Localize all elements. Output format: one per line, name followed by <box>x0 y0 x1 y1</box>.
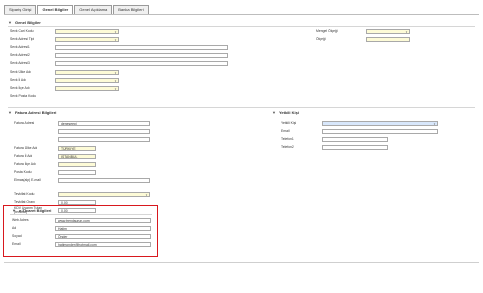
label-sevk-cari-kodu: Sevk Cari Kodu <box>10 29 34 33</box>
label-sevk-adresi-tipi: Sevk Adresi Tipi <box>10 37 35 41</box>
fatura-il-adi-field[interactable]: İSTANBUL <box>58 154 96 159</box>
elmas-email-field[interactable] <box>58 178 150 183</box>
sevk-ilce-adi-field[interactable]: ▾ <box>55 86 119 91</box>
sevk-adresi-tipi-field[interactable]: ▾ <box>55 37 119 42</box>
label-olcegi: Ölçeği <box>316 37 326 41</box>
label-mengel-olcegi: Mengel Ölçeği <box>316 29 338 33</box>
label-sevk-ilce-adi: Sevk İlçe Adı <box>10 86 30 90</box>
fatura-adresi2-field[interactable] <box>58 129 150 134</box>
label-sevk-adresi2: Sevk Adresi2 <box>10 53 30 57</box>
sevk-adresi1-field[interactable] <box>55 45 228 50</box>
label-ecommerce-email: Email <box>12 242 21 246</box>
lookup-icon[interactable]: ▾ <box>114 30 117 33</box>
section-divider <box>8 107 475 108</box>
label-email: Email <box>281 129 290 133</box>
label-fatura-il-adi: Fatura İl Adı <box>14 154 33 158</box>
label-posta-kodu: Posta Kodu <box>14 170 32 174</box>
label-tevkifat-kodu: Tevkifat Kodu <box>14 192 35 196</box>
label-yetkili-kisi: Yetkili Kişi <box>281 121 297 125</box>
section-divider <box>8 26 475 27</box>
telefon1-field[interactable] <box>322 137 388 142</box>
label-fatura-adresi: Fatura Adresi <box>14 121 35 125</box>
section-divider <box>10 214 152 215</box>
label-ad: Ad <box>12 226 17 230</box>
tab-bar: Sipariş Girişi Genel Bilgiler Genel Açık… <box>4 5 149 14</box>
label-sevk-posta-kodu: Sevk Posta Kodu <box>10 94 37 98</box>
posta-kodu-field[interactable] <box>58 170 96 175</box>
chevron-down-icon[interactable]: ▾ <box>114 38 117 41</box>
tab-siparis-girisi[interactable]: Sipariş Girişi <box>4 5 37 14</box>
mengel-olcegi-field[interactable]: ▾ <box>366 29 410 34</box>
sevk-adresi2-field[interactable] <box>55 53 228 58</box>
label-web-adres: Web Adres <box>12 218 29 222</box>
sevk-cari-kodu-field[interactable]: ▾ <box>55 29 119 34</box>
collapse-arrow-icon[interactable]: ▼ <box>8 110 12 116</box>
chevron-down-icon[interactable]: ▾ <box>114 71 117 74</box>
label-soyad: Soyad <box>12 234 22 238</box>
collapse-arrow-icon[interactable]: ▼ <box>272 110 276 116</box>
soyad-field[interactable]: Önder <box>55 234 151 239</box>
section-invoice-title: Fatura Adresi Bilgileri <box>14 110 57 115</box>
chevron-down-icon[interactable]: ▾ <box>145 193 148 196</box>
chevron-down-icon[interactable]: ▾ <box>433 122 436 125</box>
tevkifat-kodu-field[interactable]: ▾ <box>58 192 150 197</box>
section-contact-title: Yetkili Kişi <box>278 110 299 115</box>
chevron-down-icon[interactable]: ▾ <box>405 30 408 33</box>
label-sevk-ulke-adi: Sevk Ülke Adı <box>10 70 32 74</box>
web-adres-field[interactable]: www.trendsurun.com <box>55 218 151 223</box>
fatura-adresi3-field[interactable] <box>58 137 150 142</box>
chevron-down-icon[interactable]: ▾ <box>114 79 117 82</box>
sevk-adresi3-field[interactable] <box>55 61 228 66</box>
olcegi-field[interactable] <box>366 37 410 42</box>
sevk-ulke-adi-field[interactable]: ▾ <box>55 70 119 75</box>
sevk-il-adi-field[interactable]: ▾ <box>55 78 119 83</box>
label-sevk-adresi1: Sevk Adresi1 <box>10 45 30 49</box>
fatura-ilce-adi-field[interactable] <box>58 162 96 167</box>
label-telefon2: Telefon2 <box>281 145 294 149</box>
tab-genel-bilgiler[interactable]: Genel Bilgiler <box>37 5 74 14</box>
label-sevk-il-adi: Sevk İl Adı <box>10 78 27 82</box>
label-sevk-adresi3: Sevk Adresi3 <box>10 61 30 65</box>
footer-divider <box>4 262 479 263</box>
tab-banka-bilgileri[interactable]: Banka Bilgileri <box>113 5 149 14</box>
fatura-adresi-field[interactable]: deneseepi <box>58 121 150 126</box>
ad-field[interactable]: Hatim <box>55 226 151 231</box>
tab-underline <box>4 14 479 15</box>
fatura-ulke-adi-field[interactable]: TÜRKİYE <box>58 146 96 151</box>
section-general-title: Genel Bilgiler <box>14 20 41 25</box>
ecommerce-email-field[interactable]: hatimonder@hotmail.com <box>55 242 151 247</box>
label-telefon1: Telefon1 <box>281 137 294 141</box>
section-contact-header[interactable]: ▼ Yetkili Kişi <box>272 110 299 116</box>
section-ecommerce-title: e-Ticaret Bilgileri <box>18 208 52 213</box>
yetkili-kisi-field[interactable]: ▾ <box>322 121 438 126</box>
label-elmas-email: Elmas(alp) E-mail <box>14 178 41 182</box>
label-fatura-ulke-adi: Fatura Ülke Adı <box>14 146 38 150</box>
email-field[interactable] <box>322 129 438 134</box>
label-fatura-ilce-adi: Fatura İlçe Adı <box>14 162 36 166</box>
tab-genel-aciklama[interactable]: Genel Açıklama <box>74 5 113 14</box>
section-invoice-header[interactable]: ▼ Fatura Adresi Bilgileri <box>8 110 56 116</box>
chevron-down-icon[interactable]: ▾ <box>114 87 117 90</box>
telefon2-field[interactable] <box>322 145 388 150</box>
